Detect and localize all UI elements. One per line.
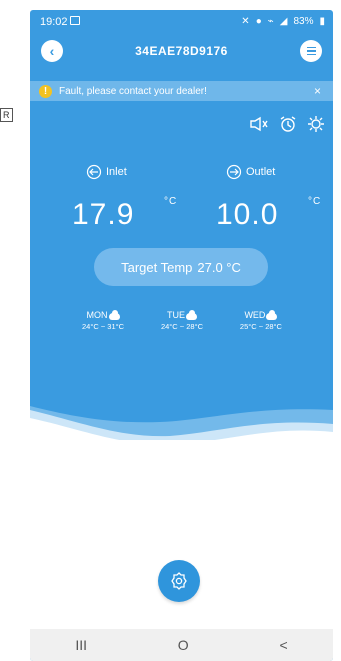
weather-forecast: MON 24°C ~ 31°C TUE 24°C ~ 28°C WED 25°C… — [82, 310, 282, 331]
close-banner-button[interactable]: × — [314, 84, 321, 98]
outlet-label: Outlet — [226, 164, 275, 180]
battery-level: 83% — [293, 16, 314, 27]
mute-icon[interactable] — [249, 116, 269, 132]
gallery-icon — [70, 16, 80, 25]
status-icons: ✕ ● ⌁ ◢ 83% ▮ — [241, 16, 325, 27]
forecast-range: 24°C ~ 31°C — [82, 322, 125, 331]
recents-button[interactable]: III — [75, 637, 87, 653]
app-screen: 19:02 ✕ ● ⌁ ◢ 83% ▮ ‹ 34EAE78D9176 ! Fau… — [30, 10, 333, 661]
inlet-label: Inlet — [86, 164, 127, 180]
menu-button[interactable] — [300, 40, 322, 62]
inlet-icon — [86, 164, 102, 180]
forecast-day: MON 24°C ~ 31°C — [82, 310, 124, 331]
forecast-day-name: MON — [86, 310, 108, 320]
edge-label: R — [0, 108, 13, 122]
target-value: 27.0 °C — [197, 259, 241, 275]
signal-icon: ◢ — [279, 16, 288, 27]
cloud-icon — [266, 310, 278, 320]
fault-message: Fault, please contact your dealer! — [59, 85, 207, 97]
outlet-text: Outlet — [246, 166, 276, 178]
target-temp-button[interactable]: Target Temp 27.0 °C — [94, 248, 268, 286]
header: ‹ 34EAE78D9176 — [30, 36, 333, 66]
status-bar: 19:02 ✕ ● ⌁ ◢ 83% ▮ — [30, 10, 333, 32]
battery-icon: ▮ — [319, 16, 325, 27]
inlet-text: Inlet — [106, 166, 127, 178]
target-label: Target Temp — [121, 259, 193, 275]
outlet-temperature: 10.0 °C — [216, 196, 320, 232]
alarm-clock-icon[interactable] — [279, 115, 297, 133]
forecast-day-name: TUE — [166, 310, 185, 320]
inlet-value: 17.9 — [72, 198, 135, 231]
cloud-icon — [108, 310, 120, 320]
mute-status-icon: ✕ — [241, 16, 250, 27]
forecast-day-name: WED — [244, 310, 266, 320]
forecast-day: WED 25°C ~ 28°C — [240, 310, 282, 331]
forecast-range: 24°C ~ 28°C — [160, 322, 204, 331]
outlet-value: 10.0 — [216, 198, 279, 231]
wifi-icon: ⌁ — [267, 16, 274, 27]
system-nav-bar: III O < — [30, 629, 333, 661]
cloud-icon — [185, 310, 197, 320]
device-id-title: 34EAE78D9176 — [135, 44, 228, 58]
outlet-unit: °C — [308, 196, 322, 207]
settings-icon — [171, 572, 187, 590]
inlet-unit: °C — [164, 196, 178, 207]
back-nav-button[interactable]: < — [279, 637, 287, 653]
inlet-temperature: 17.9 °C — [72, 196, 176, 232]
sun-icon[interactable] — [307, 115, 325, 133]
status-time: 19:02 — [40, 16, 68, 28]
location-icon: ● — [255, 16, 262, 27]
menu-icon — [306, 46, 316, 49]
tool-icons — [249, 115, 325, 133]
home-button[interactable]: O — [178, 637, 189, 653]
fault-banner: ! Fault, please contact your dealer! × — [30, 81, 333, 101]
settings-button[interactable] — [158, 560, 200, 602]
forecast-range: 25°C ~ 28°C — [239, 322, 282, 331]
forecast-day: TUE 24°C ~ 28°C — [161, 310, 203, 331]
outlet-icon — [226, 164, 242, 180]
warning-icon: ! — [39, 84, 52, 98]
